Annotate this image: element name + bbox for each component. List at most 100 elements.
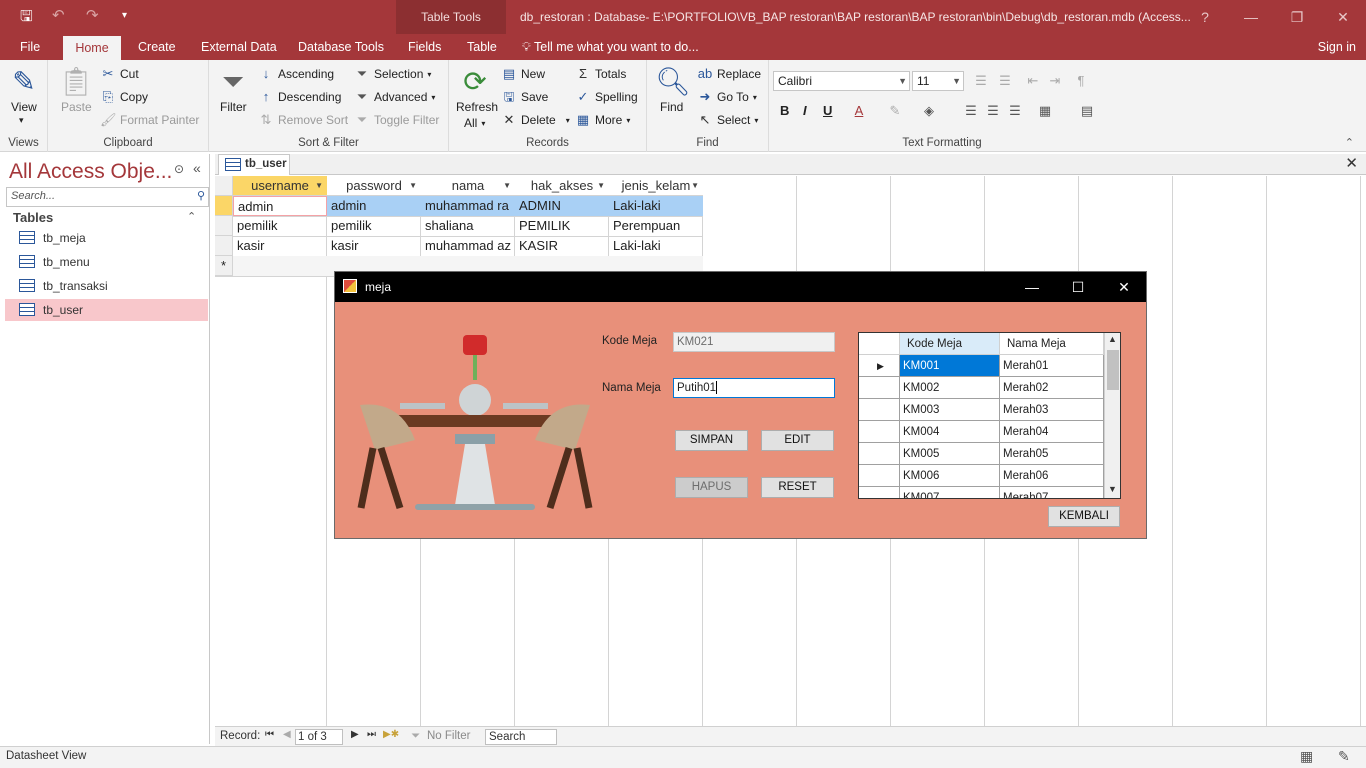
grid-row-header[interactable] (859, 421, 900, 443)
fill-color-icon[interactable]: ◈ (921, 103, 937, 119)
indent-decrease-icon[interactable]: ⇤ (1025, 73, 1041, 89)
current-row-arrow-icon[interactable]: ▶ (859, 355, 900, 377)
close-document-icon[interactable]: ✕ (1345, 154, 1358, 172)
align-left-icon[interactable]: ☰ (963, 103, 979, 119)
spelling-button[interactable]: ✓ Spelling (575, 89, 638, 105)
next-record-icon[interactable]: ▶ (351, 729, 359, 740)
selection-button[interactable]: ⏷ Selection ▾ (354, 66, 432, 82)
nama-meja-field[interactable]: Putih01 (673, 378, 835, 398)
alternate-row-color-icon[interactable]: ▤ (1079, 103, 1095, 119)
nav-item-tb-menu[interactable]: tb_menu (5, 251, 208, 273)
datasheet-view-icon[interactable]: ▦ (1300, 748, 1313, 765)
grid-cell-kode[interactable]: KM002 (900, 377, 1000, 399)
bold-button[interactable]: B (780, 103, 789, 118)
undo-icon[interactable]: ↶ (52, 6, 65, 24)
grid-cell-nama[interactable]: Merah02 (1000, 377, 1104, 399)
sort-dropdown-icon[interactable]: ▼ (503, 176, 511, 196)
dialog-close-button[interactable]: ✕ (1101, 272, 1147, 302)
bullets-icon[interactable]: ☰ (973, 73, 989, 89)
kembali-button[interactable]: KEMBALI (1048, 506, 1120, 527)
indent-increase-icon[interactable]: ⇥ (1047, 73, 1063, 89)
gridlines-icon[interactable]: ▦ (1037, 103, 1053, 119)
nav-search-input[interactable]: Search... ⚲ (6, 187, 209, 207)
sort-dropdown-icon[interactable]: ▼ (691, 176, 699, 196)
sort-dropdown-icon[interactable]: ▼ (597, 176, 605, 196)
new-record-nav-icon[interactable]: ▶✱ (383, 729, 399, 740)
grid-header-nama[interactable]: Nama Meja (1000, 333, 1104, 355)
nav-section-tables[interactable]: Tables (13, 210, 53, 225)
italic-button[interactable]: I (803, 103, 807, 118)
cell-nama[interactable]: shaliana (421, 216, 515, 236)
cell-nama[interactable]: muhammad ra (421, 196, 515, 216)
grid-cell-kode[interactable]: KM004 (900, 421, 1000, 443)
grid-vertical-scrollbar[interactable]: ▲ ▼ (1104, 333, 1120, 498)
save-icon[interactable]: 🖫 (20, 6, 33, 31)
hapus-button[interactable]: HAPUS (675, 477, 748, 498)
tab-home[interactable]: Home (63, 36, 121, 60)
descending-button[interactable]: ↑ Descending (258, 89, 342, 105)
collapse-ribbon-icon[interactable]: ⌃ (1345, 136, 1354, 149)
cell-password[interactable]: pemilik (327, 216, 421, 236)
header-hak-akses[interactable]: hak_akses ▼ (515, 176, 609, 196)
current-record-input[interactable]: 1 of 3 (295, 729, 343, 745)
tab-file[interactable]: File (12, 34, 48, 60)
redo-icon[interactable]: ↷ (86, 6, 99, 24)
cell-username[interactable]: pemilik (233, 216, 327, 236)
cell-hak-akses[interactable]: KASIR (515, 236, 609, 256)
delete-record-button[interactable]: ✕ Delete ▾ (501, 112, 570, 128)
grid-row-header[interactable] (859, 377, 900, 399)
help-button[interactable]: ? (1182, 0, 1228, 34)
cell-password[interactable]: kasir (327, 236, 421, 256)
previous-record-icon[interactable]: ◀ (283, 729, 291, 740)
grid-row-header[interactable] (859, 465, 900, 487)
tell-me-box[interactable]: 💡︎ Tell me what you want to do... (522, 34, 699, 60)
header-jenis-kelamin[interactable]: jenis_kelam ▼ (609, 176, 703, 196)
grid-row-header[interactable] (859, 399, 900, 421)
ascending-button[interactable]: ↓ Ascending (258, 66, 334, 82)
tab-external-data[interactable]: External Data (193, 34, 285, 60)
save-record-button[interactable]: 🖫 Save (501, 89, 548, 105)
grid-cell-nama[interactable]: Merah06 (1000, 465, 1104, 487)
scroll-up-icon[interactable]: ▲ (1108, 334, 1117, 344)
cell-jenis-kelamin[interactable]: Laki-laki (609, 236, 703, 256)
cell-username[interactable]: kasir (233, 236, 327, 256)
more-button[interactable]: ▦ More ▾ (575, 112, 631, 128)
grid-cell-nama[interactable]: Merah01 (1000, 355, 1104, 377)
find-button[interactable]: Find (660, 100, 683, 114)
nav-item-tb-transaksi[interactable]: tb_transaksi (5, 275, 208, 297)
format-painter-button[interactable]: 🖌︎ Format Painter (100, 112, 199, 128)
minimize-button[interactable]: — (1228, 0, 1274, 34)
grid-cell-kode[interactable]: KM001 (900, 355, 1000, 377)
grid-header-kode[interactable]: Kode Meja (900, 333, 1000, 355)
totals-button[interactable]: Σ Totals (575, 66, 626, 82)
highlight-icon[interactable]: ✎ (887, 103, 903, 119)
select-button[interactable]: ↖ Select ▾ (697, 112, 759, 128)
grid-row-header[interactable] (859, 487, 900, 498)
grid-cell-nama[interactable]: Merah07 (1000, 487, 1104, 498)
view-dropdown-icon[interactable]: ▾ (19, 115, 24, 126)
row-selector[interactable] (215, 216, 233, 236)
customize-toolbar-icon[interactable]: ▾ (122, 10, 127, 21)
sort-dropdown-icon[interactable]: ▼ (409, 176, 417, 196)
filter-button[interactable]: Filter (220, 100, 247, 114)
copy-button[interactable]: ⎘ Copy (100, 89, 148, 105)
numbering-icon[interactable]: ☰ (997, 73, 1013, 89)
cut-button[interactable]: ✂ Cut (100, 66, 139, 82)
underline-button[interactable]: U (823, 103, 832, 118)
new-record-button[interactable]: ▤ New (501, 66, 545, 82)
nav-item-tb-user[interactable]: tb_user (5, 299, 208, 321)
reset-button[interactable]: RESET (761, 477, 834, 498)
grid-row-header[interactable] (859, 443, 900, 465)
nav-pane-title[interactable]: All Access Obje... (9, 160, 172, 184)
filter-status[interactable]: No Filter (427, 730, 470, 742)
row-selector[interactable] (215, 196, 233, 216)
tab-create[interactable]: Create (130, 34, 184, 60)
font-color-icon[interactable]: A (851, 103, 867, 119)
replace-button[interactable]: ab Replace (697, 66, 761, 82)
align-right-icon[interactable]: ☰ (1007, 103, 1023, 119)
design-view-icon[interactable]: ✎ (1338, 748, 1350, 765)
close-button[interactable]: ✕ (1320, 0, 1366, 34)
view-button[interactable]: View (11, 100, 37, 114)
tab-database-tools[interactable]: Database Tools (290, 34, 392, 60)
toggle-filter-button[interactable]: ⏷ Toggle Filter (354, 112, 440, 128)
